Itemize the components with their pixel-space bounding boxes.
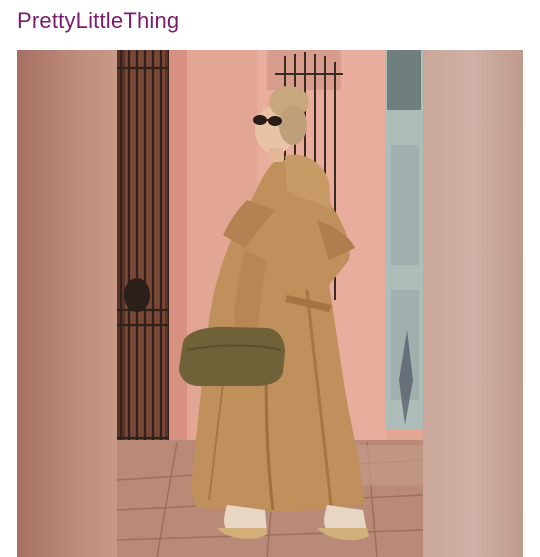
gate-ornament (124, 278, 150, 312)
clutch-bag (179, 326, 285, 386)
brand-name[interactable]: PrettyLittleThing (17, 6, 179, 38)
blurred-backdrop-left (17, 50, 117, 557)
blurred-backdrop-right (423, 50, 523, 557)
fashion-photo (117, 50, 423, 557)
post-image[interactable] (17, 50, 523, 557)
